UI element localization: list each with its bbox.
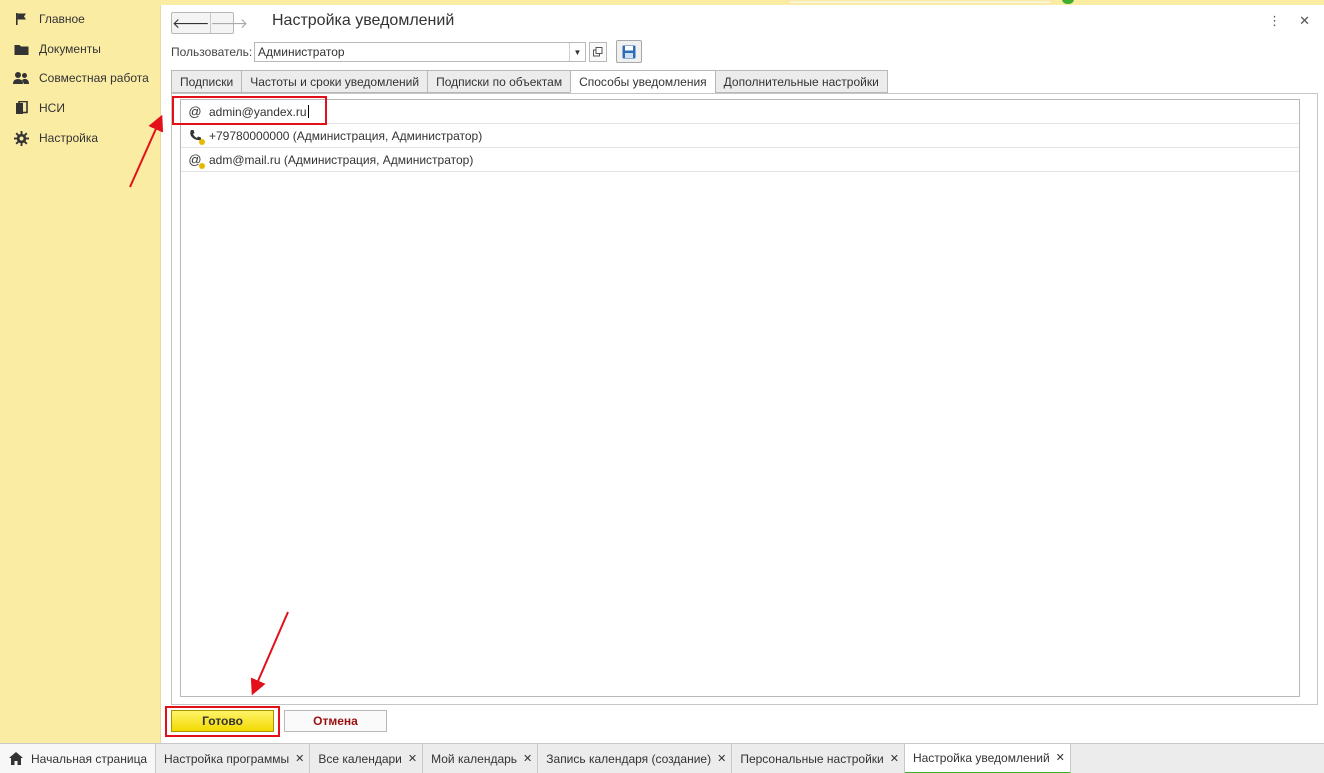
window-tab-label: Персональные настройки [740,751,884,766]
sidebar-item-settings[interactable]: Настройка [0,126,159,150]
window-tab-label: Мой календарь [431,751,518,766]
sidebar: Главное Документы Совместная работа НСИ … [0,0,159,743]
notification-methods-list[interactable]: @ admin@yandex.ru +79780000000 (Админист… [180,99,1300,697]
gear-icon [13,130,29,146]
sidebar-item-label: Совместная работа [39,71,149,85]
top-strip-line [790,1,1050,3]
close-icon[interactable]: ✕ [523,752,532,765]
more-actions-icon[interactable]: ⋮ [1268,13,1281,29]
user-select-value[interactable]: Администратор [255,45,569,59]
window-tab-label: Настройка программы [164,751,290,766]
back-button[interactable]: 🡐 [172,13,210,33]
status-indicator-icon [1062,0,1074,4]
tab-notification-methods[interactable]: Способы уведомления [570,70,715,93]
user-select-field[interactable]: Администратор ▼ [254,42,586,62]
status-dot-icon [199,162,205,169]
floppy-disk-icon [622,45,636,58]
header-actions: ⋮ ✕ [1268,13,1310,29]
sidebar-item-main[interactable]: Главное [0,7,159,31]
home-icon [9,751,23,766]
list-item[interactable]: +79780000000 (Администрация, Администрат… [181,124,1299,148]
email-icon: @ [187,152,205,169]
window-tab[interactable]: Запись календаря (создание) ✕ [538,743,733,773]
flag-icon [13,11,29,27]
close-icon[interactable]: ✕ [890,752,899,765]
sidebar-item-label: Главное [39,12,85,26]
window-tab-label: Запись календаря (создание) [546,751,712,766]
home-tab[interactable]: Начальная страница [0,743,156,773]
forward-button[interactable]: 🡒 [209,13,249,33]
window-tab[interactable]: Мой календарь ✕ [423,743,539,773]
close-icon[interactable]: ✕ [1056,751,1065,764]
method-text: adm@mail.ru (Администрация, Администрато… [209,152,474,167]
save-button[interactable] [616,40,642,63]
window-tab-active[interactable]: Настройка уведомлений ✕ [904,743,1071,773]
sidebar-item-label: Настройка [39,131,99,145]
navigation-buttons: 🡐 🡒 [171,12,248,34]
tab-content: @ admin@yandex.ru +79780000000 (Админист… [171,93,1318,705]
user-label: Пользователь: [171,45,253,59]
tab-object-subscriptions[interactable]: Подписки по объектам [427,70,571,93]
phone-icon [187,128,205,145]
window-tab-label: Все календари [318,751,402,766]
method-text-input[interactable]: admin@yandex.ru [209,105,309,119]
close-icon[interactable]: ✕ [717,752,726,765]
open-user-button[interactable] [589,42,607,62]
sidebar-item-collaboration[interactable]: Совместная работа [0,66,159,90]
sidebar-item-documents[interactable]: Документы [0,37,159,61]
window-tab[interactable]: Настройка программы ✕ [156,743,311,773]
arrow-left-icon: 🡐 [172,14,210,31]
close-icon[interactable]: ✕ [295,752,304,765]
close-icon[interactable]: ✕ [408,752,417,765]
reference-book-icon [13,100,29,116]
email-icon: @ [188,104,202,119]
close-icon[interactable]: ✕ [1299,13,1310,29]
sidebar-item-reference[interactable]: НСИ [0,96,159,120]
list-item[interactable]: @ adm@mail.ru (Администрация, Администра… [181,148,1299,172]
open-window-icon [593,47,603,57]
tab-subscriptions[interactable]: Подписки [171,70,242,93]
done-button[interactable]: Готово [171,710,274,732]
cancel-button[interactable]: Отмена [284,710,387,732]
tab-additional-settings[interactable]: Дополнительные настройки [714,70,888,93]
list-item[interactable]: @ admin@yandex.ru [181,100,1299,124]
sidebar-item-label: Документы [39,42,101,56]
home-tab-label: Начальная страница [31,751,148,766]
window-tab-label: Настройка уведомлений [912,750,1050,765]
tab-bar: Подписки Частоты и сроки уведомлений Под… [171,70,888,93]
tab-frequency-deadlines[interactable]: Частоты и сроки уведомлений [241,70,428,93]
chevron-down-icon[interactable]: ▼ [569,43,585,61]
users-icon [13,70,29,86]
folder-icon [13,41,29,57]
arrow-right-icon: 🡒 [210,14,249,31]
window-tab[interactable]: Персональные настройки ✕ [732,743,905,773]
sidebar-item-label: НСИ [39,101,65,115]
notification-settings-form: 🡐 🡒 Настройка уведомлений ⋮ ✕ Пользовате… [160,5,1324,743]
method-text: +79780000000 (Администрация, Администрат… [209,128,483,143]
status-dot-icon [199,138,205,145]
window-tab[interactable]: Все календари ✕ [310,743,424,773]
page-title: Настройка уведомлений [272,12,455,29]
open-windows-bar: Начальная страница Настройка программы ✕… [0,743,1324,773]
